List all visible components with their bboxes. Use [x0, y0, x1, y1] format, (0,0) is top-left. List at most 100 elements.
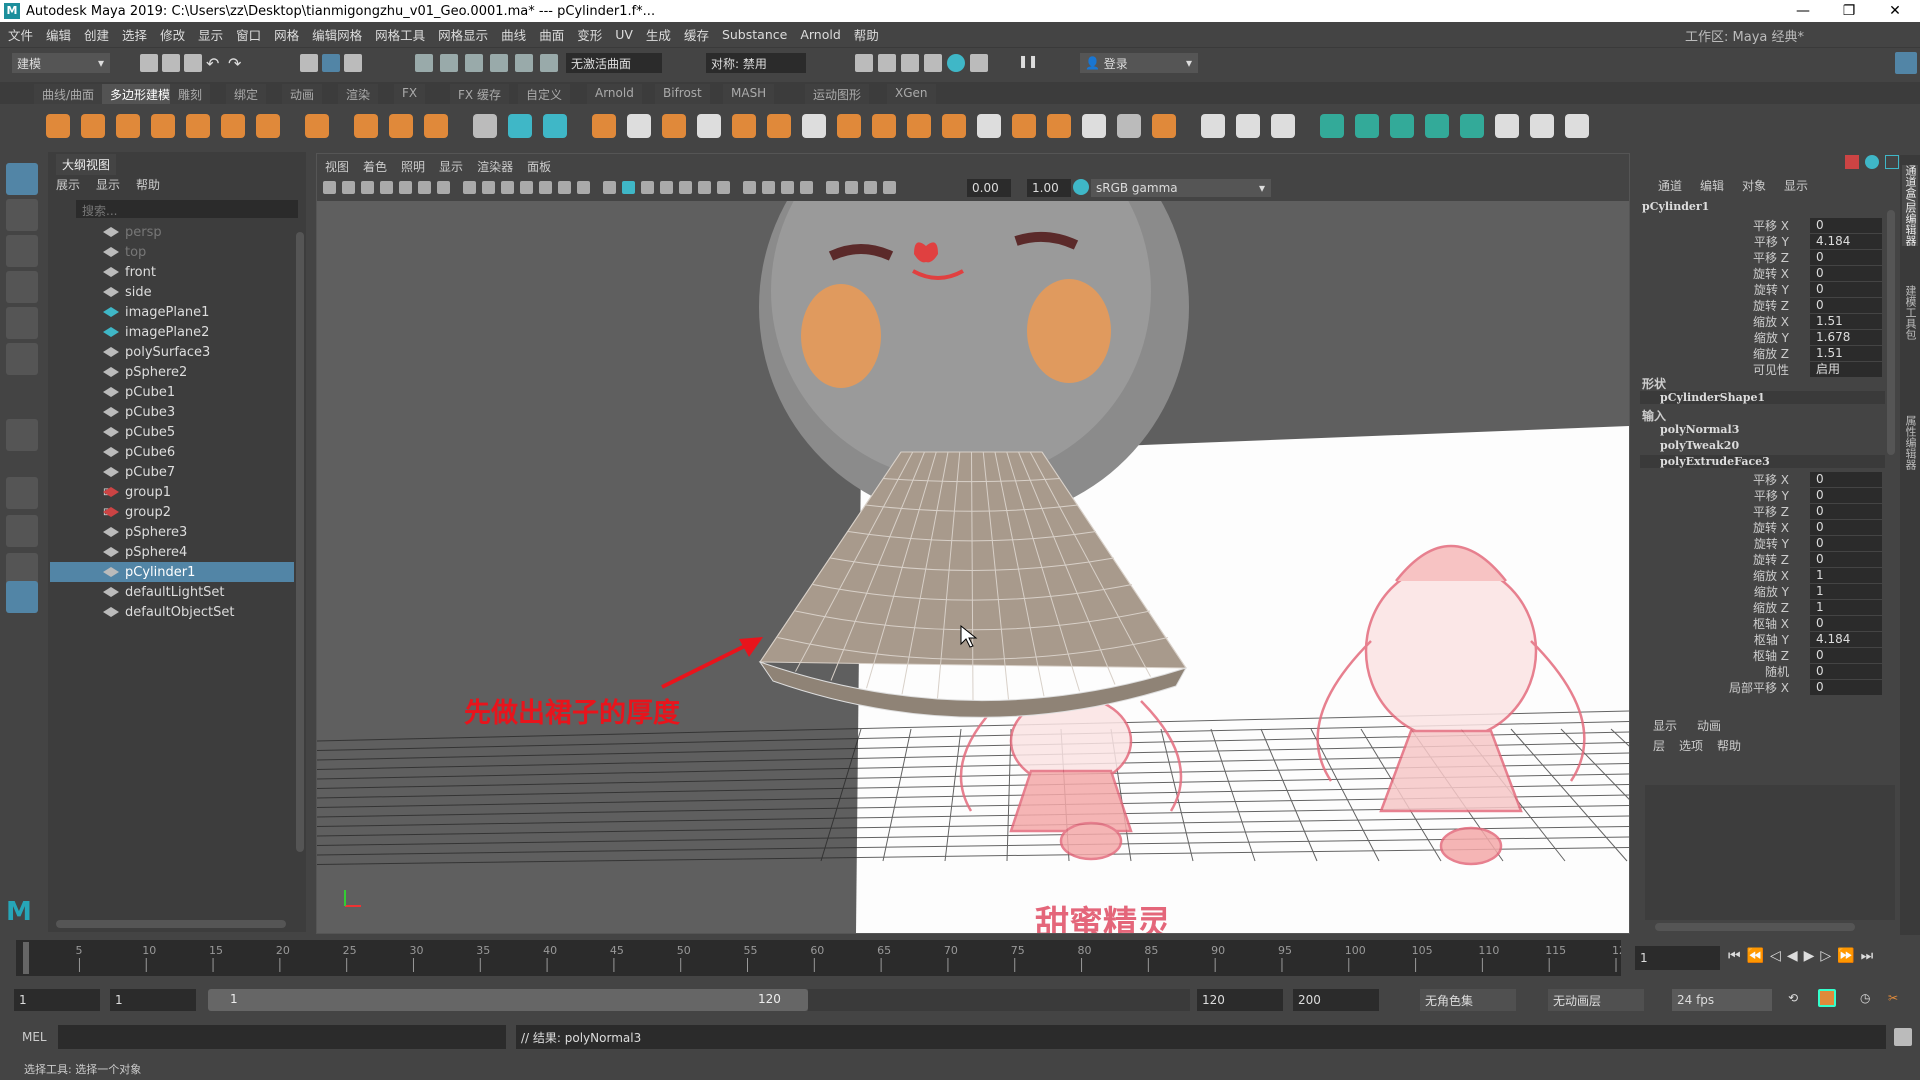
current-frame-field[interactable]: 1	[1635, 946, 1720, 970]
menu-item[interactable]: 曲面	[539, 25, 564, 44]
scale-tool-icon[interactable]	[6, 343, 38, 375]
single-view-layout-icon[interactable]	[6, 477, 38, 509]
new-scene-icon[interactable]	[140, 54, 158, 72]
four-view-layout-icon[interactable]	[6, 515, 38, 547]
shelf-tool-icon[interactable]	[1320, 114, 1344, 138]
shelf-tab[interactable]: FX	[394, 84, 426, 104]
outliner-item[interactable]: polySurface3	[103, 342, 288, 362]
safe-title-icon[interactable]	[577, 181, 590, 194]
3d-scene[interactable]: 先做出裙子的厚度 甜蜜精灵	[317, 201, 1629, 933]
channel-value[interactable]: 0	[1810, 249, 1882, 265]
render-settings-icon[interactable]	[924, 54, 942, 72]
shelf-tool-icon[interactable]	[116, 114, 140, 138]
channel-row[interactable]: 可见性 启用	[1640, 361, 1885, 377]
layer-editor-tab[interactable]: 动画	[1697, 717, 1721, 734]
render-frame-icon[interactable]	[855, 54, 873, 72]
anti-alias-icon[interactable]	[781, 181, 794, 194]
channel-row[interactable]: 旋转 Z 0	[1640, 551, 1885, 567]
channel-box-menu-item[interactable]: 编辑	[1700, 177, 1724, 194]
select-component-icon[interactable]	[344, 54, 362, 72]
outliner-item[interactable]: defaultObjectSet	[103, 602, 288, 622]
outliner-item[interactable]: imagePlane2	[103, 322, 288, 342]
shelf-tab[interactable]: Arnold	[587, 84, 642, 104]
shelf-tool-icon[interactable]	[1201, 114, 1225, 138]
login-dropdown[interactable]: 👤 登录 ▾	[1080, 53, 1198, 73]
mode-dropdown[interactable]: 建模 ▾	[12, 53, 110, 73]
shelf-tool-icon[interactable]	[1390, 114, 1414, 138]
layer-editor-menu-item[interactable]: 层	[1653, 737, 1665, 754]
move-tool-icon[interactable]	[6, 271, 38, 303]
channel-row[interactable]: 旋转 Y 0	[1640, 281, 1885, 297]
shelf-tab[interactable]: 多边形建模	[102, 84, 179, 104]
channel-value[interactable]: 1	[1810, 567, 1882, 583]
channel-value[interactable]: 0	[1810, 265, 1882, 281]
channel-value[interactable]: 1.51	[1810, 345, 1882, 361]
wireframe-on-shaded-icon[interactable]	[660, 181, 673, 194]
channel-row[interactable]: 缩放 Y 1	[1640, 583, 1885, 599]
2d-pan-icon[interactable]	[418, 181, 431, 194]
outliner-item[interactable]: pCube3	[103, 402, 288, 422]
shelf-tool-icon[interactable]	[767, 114, 791, 138]
outliner-item[interactable]: ⊞group2	[103, 502, 288, 522]
snap-grid-icon[interactable]	[415, 54, 433, 72]
outliner-item[interactable]: pCube5	[103, 422, 288, 442]
outliner-layout-icon[interactable]	[6, 581, 38, 613]
select-tool-icon[interactable]	[6, 163, 38, 195]
open-scene-icon[interactable]	[162, 54, 180, 72]
paint-select-tool-icon[interactable]	[6, 235, 38, 267]
ipr-render-icon[interactable]	[901, 54, 919, 72]
playback-start-field[interactable]: 1	[110, 989, 196, 1011]
shelf-tool-icon[interactable]	[1271, 114, 1295, 138]
viewport-menu-item[interactable]: 面板	[527, 158, 551, 175]
outliner-horizontal-scrollbar[interactable]	[56, 920, 286, 928]
menu-item[interactable]: Arnold	[800, 27, 840, 42]
channel-row[interactable]: 平移 Z 0	[1640, 249, 1885, 265]
outliner-item[interactable]: pSphere2	[103, 362, 288, 382]
camera-select-icon[interactable]	[323, 181, 336, 194]
shelf-tool-icon[interactable]	[1565, 114, 1589, 138]
shelf-tab[interactable]: Bifrost	[655, 84, 710, 104]
loop-icon[interactable]: ⟲	[1788, 991, 1806, 1009]
layer-editor-menu-item[interactable]: 帮助	[1717, 737, 1741, 754]
shelf-tab[interactable]: 渲染	[338, 84, 379, 104]
menu-item[interactable]: 网格显示	[438, 25, 488, 44]
viewport-panel[interactable]: 视图 着色 照明 显示 渲染器 面板 0.00 1.00 sRGB gamma ▾	[316, 153, 1630, 934]
viewport-menu-item[interactable]: 显示	[439, 158, 463, 175]
channel-value[interactable]: 0	[1810, 471, 1882, 487]
step-back-frame-icon[interactable]: ◁	[1770, 948, 1781, 964]
menu-item[interactable]: 网格工具	[375, 25, 425, 44]
character-set-dropdown[interactable]: 无角色集	[1420, 989, 1516, 1011]
manipulator-tool-icon[interactable]	[6, 419, 38, 451]
channel-row[interactable]: 枢轴 Z 0	[1640, 647, 1885, 663]
menu-item[interactable]: 窗口	[236, 25, 261, 44]
shelf-tool-icon[interactable]	[473, 114, 497, 138]
menu-item[interactable]: 变形	[577, 25, 602, 44]
gamma-field[interactable]: 1.00	[1027, 179, 1071, 197]
save-scene-icon[interactable]	[184, 54, 202, 72]
live-surface-field[interactable]: 无激活曲面	[566, 53, 662, 73]
step-forward-key-icon[interactable]: ⏩	[1837, 948, 1854, 964]
channel-row[interactable]: 旋转 X 0	[1640, 265, 1885, 281]
layer-editor-tab[interactable]: 显示	[1653, 717, 1677, 734]
outliner-item[interactable]: pSphere4	[103, 542, 288, 562]
outliner-item[interactable]: top	[103, 242, 288, 262]
sync-icon[interactable]	[1865, 155, 1879, 169]
pause-icon[interactable]: ❚❚	[1018, 54, 1038, 72]
channel-value[interactable]: 4.184	[1810, 631, 1882, 647]
rotate-tool-icon[interactable]	[6, 307, 38, 339]
shelf-tool-icon[interactable]	[1047, 114, 1071, 138]
shelf-tool-icon[interactable]	[837, 114, 861, 138]
grease-pencil-icon[interactable]	[437, 181, 450, 194]
camera-attr-icon[interactable]	[361, 181, 374, 194]
shelf-tab[interactable]: 自定义	[518, 84, 571, 104]
side-tab[interactable]: 属性编辑器	[1902, 415, 1918, 470]
command-input[interactable]	[58, 1025, 506, 1049]
channel-row[interactable]: 平移 X 0	[1640, 217, 1885, 233]
render-view-icon[interactable]	[970, 54, 988, 72]
shelf-tool-icon[interactable]	[151, 114, 175, 138]
input-node[interactable]: polyNormal3	[1640, 423, 1885, 436]
outliner-item[interactable]: pSphere3	[103, 522, 288, 542]
shelf-tab[interactable]: 运动图形	[805, 84, 870, 104]
shelf-tool-icon[interactable]	[256, 114, 280, 138]
play-forward-icon[interactable]: ▶	[1804, 948, 1815, 964]
